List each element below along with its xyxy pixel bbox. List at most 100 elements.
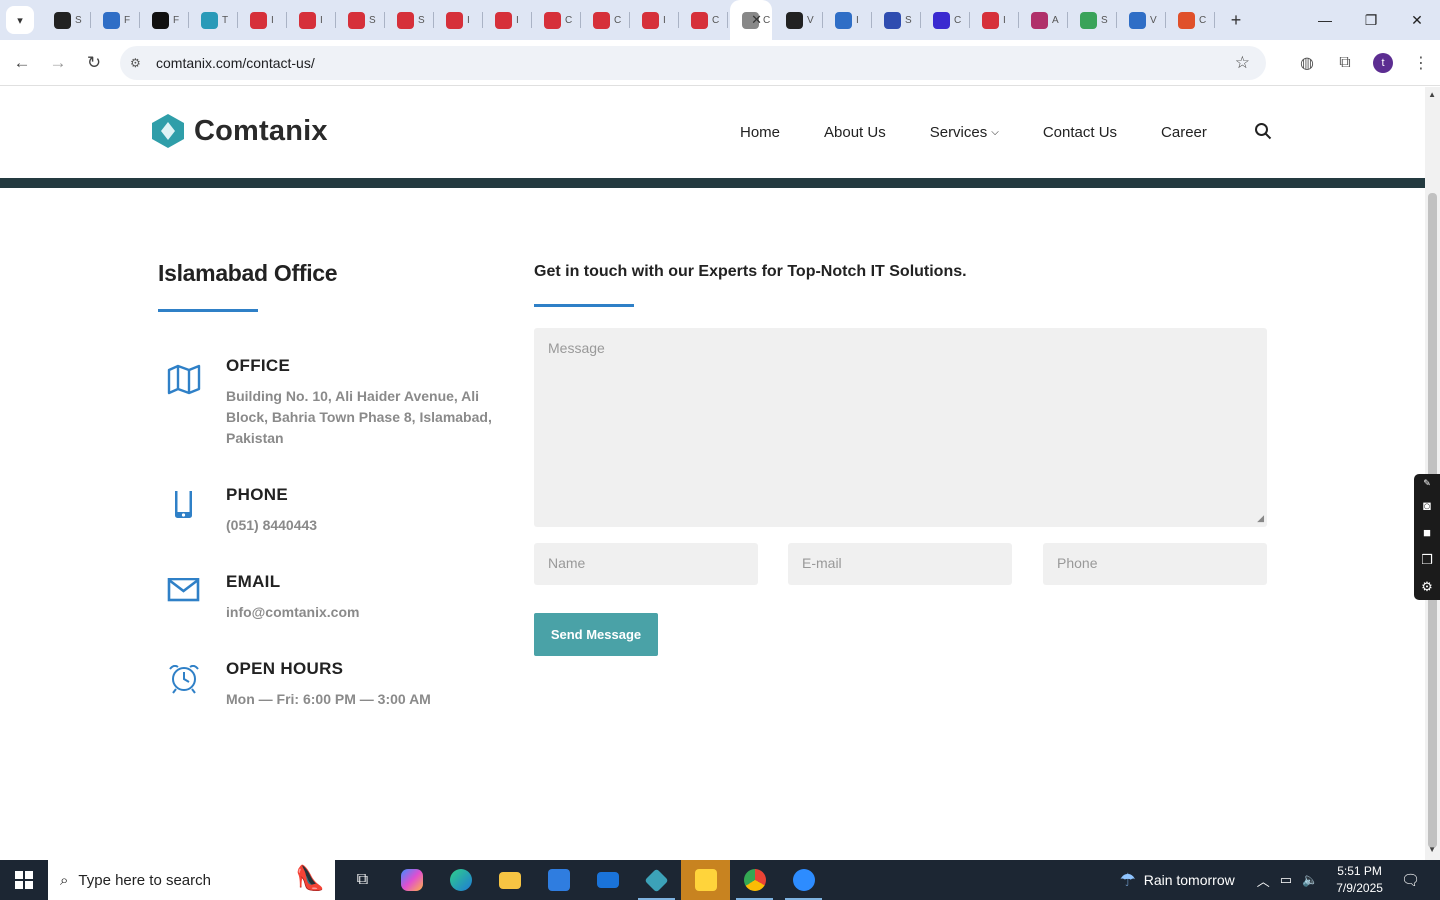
- weather-widget[interactable]: ☂ Rain tomorrow: [1120, 870, 1235, 891]
- browser-menu-icon[interactable]: ⋮: [1402, 53, 1440, 73]
- task-view-button[interactable]: ⧉: [338, 860, 387, 900]
- taskbar-search-box[interactable]: ⌕ Type here to search 👠: [48, 860, 335, 900]
- browser-tab[interactable]: C: [921, 0, 970, 40]
- toolbar-actions: ◍ ⧉ t ⋮: [1288, 40, 1440, 86]
- browser-tab[interactable]: C: [1166, 0, 1215, 40]
- taskbar-app-store[interactable]: [534, 860, 583, 900]
- tab-title: C: [763, 14, 771, 26]
- browser-tab[interactable]: T: [189, 0, 238, 40]
- browser-tab[interactable]: C: [532, 0, 581, 40]
- taskbar-app-comtanix[interactable]: [632, 860, 681, 900]
- comtanix-app-icon: [644, 867, 669, 893]
- bookmark-star-icon[interactable]: ☆: [1235, 53, 1250, 73]
- task-view-icon: ⧉: [356, 871, 369, 888]
- back-button[interactable]: ←: [4, 45, 40, 81]
- site-settings-icon[interactable]: ⚙: [130, 56, 150, 70]
- tab-favicon-icon: [54, 11, 71, 29]
- message-textarea[interactable]: Message ◢: [534, 328, 1267, 527]
- browser-tab[interactable]: S: [385, 0, 434, 40]
- address-bar[interactable]: ⚙ comtanix.com/contact-us/ ☆: [120, 46, 1266, 80]
- window-capture-icon[interactable]: ❒: [1414, 546, 1440, 573]
- taskbar-app-zoom[interactable]: [779, 860, 828, 900]
- taskbar-app-mail[interactable]: [583, 860, 632, 900]
- new-tab-button[interactable]: +: [1221, 5, 1251, 35]
- nav-services-label: Services: [929, 124, 988, 141]
- tab-search-button[interactable]: ▾: [6, 6, 34, 34]
- nav-career[interactable]: Career: [1161, 124, 1207, 141]
- browser-tab[interactable]: V: [774, 0, 823, 40]
- video-camera-icon[interactable]: ■: [1414, 519, 1440, 546]
- mail-icon: [596, 872, 619, 888]
- tab-title: T: [222, 14, 229, 26]
- taskbar-app-edge[interactable]: [436, 860, 485, 900]
- pencil-icon[interactable]: ✎: [1414, 474, 1440, 492]
- browser-tab[interactable]: I: [434, 0, 483, 40]
- browser-tab[interactable]: S: [1068, 0, 1117, 40]
- browser-tab[interactable]: V: [1117, 0, 1166, 40]
- close-tab-icon[interactable]: ✕: [751, 12, 762, 28]
- taskbar-app-file-explorer[interactable]: [485, 860, 534, 900]
- url-text[interactable]: comtanix.com/contact-us/: [156, 55, 315, 71]
- browser-tab[interactable]: C: [581, 0, 630, 40]
- system-tray: ☂ Rain tomorrow ︿ ▭ 🔈 5:51 PM 7/9/2025 🗨: [1120, 860, 1440, 900]
- send-message-button[interactable]: Send Message: [534, 613, 658, 656]
- extensions-icon[interactable]: ⧉: [1326, 54, 1364, 72]
- email-input[interactable]: E-mail: [788, 543, 1012, 585]
- store-icon: [547, 869, 570, 891]
- volume-icon[interactable]: 🔈: [1302, 872, 1318, 888]
- site-logo[interactable]: Comtanix: [150, 113, 328, 149]
- start-button[interactable]: [0, 860, 48, 900]
- form-title: Get in touch with our Experts for Top-No…: [534, 263, 967, 280]
- browser-tab[interactable]: I: [483, 0, 532, 40]
- taskbar-search-placeholder: Type here to search: [78, 871, 211, 889]
- translate-icon[interactable]: ◍: [1288, 53, 1326, 73]
- browser-tab[interactable]: I: [970, 0, 1019, 40]
- name-input[interactable]: Name: [534, 543, 758, 585]
- restore-button[interactable]: ❐: [1348, 0, 1394, 40]
- scroll-down-arrow-icon[interactable]: ▼: [1428, 845, 1436, 854]
- browser-tab[interactable]: A: [1019, 0, 1068, 40]
- nav-about[interactable]: About Us: [824, 124, 886, 141]
- clock-time: 5:51 PM: [1337, 864, 1382, 878]
- taskbar-app-sticky-notes[interactable]: [681, 860, 730, 900]
- arrow-left-icon: ←: [13, 52, 31, 72]
- phone-input[interactable]: Phone: [1043, 543, 1267, 585]
- browser-tab[interactable]: I: [238, 0, 287, 40]
- minimize-button[interactable]: —: [1302, 0, 1348, 40]
- tray-chevron-up-icon[interactable]: ︿: [1257, 871, 1270, 890]
- network-icon[interactable]: ▭: [1280, 872, 1292, 888]
- tab-favicon-icon: [348, 11, 365, 29]
- search-icon[interactable]: [1254, 122, 1272, 140]
- resize-grip-icon[interactable]: ◢: [1257, 513, 1264, 524]
- browser-tab[interactable]: C: [679, 0, 728, 40]
- settings-gear-icon[interactable]: ⚙: [1414, 573, 1440, 600]
- main-nav: Home About Us Services ⌵ Contact Us Caree…: [740, 87, 1251, 178]
- chrome-icon: [743, 869, 766, 891]
- taskbar-app-copilot[interactable]: [387, 860, 436, 900]
- scroll-up-arrow-icon[interactable]: ▲: [1428, 90, 1436, 99]
- browser-tab[interactable]: I: [287, 0, 336, 40]
- camera-icon[interactable]: ◙: [1414, 492, 1440, 519]
- tab-favicon-icon: [299, 11, 316, 29]
- tab-list: S F F T I I S S I I C C I C C ✕ V I S C I A S V C: [42, 0, 1215, 40]
- profile-avatar[interactable]: t: [1373, 53, 1393, 73]
- notification-icon[interactable]: 🗨: [1401, 871, 1420, 889]
- close-window-button[interactable]: ✕: [1394, 0, 1440, 40]
- browser-tab[interactable]: I: [823, 0, 872, 40]
- browser-tab[interactable]: F: [140, 0, 189, 40]
- forward-button[interactable]: →: [40, 45, 76, 81]
- browser-tab[interactable]: S: [42, 0, 91, 40]
- nav-services[interactable]: Services ⌵: [930, 124, 999, 141]
- zoom-icon: [792, 869, 815, 891]
- browser-tab[interactable]: S: [872, 0, 921, 40]
- tab-title: S: [1101, 14, 1108, 26]
- taskbar-clock[interactable]: 5:51 PM 7/9/2025: [1336, 863, 1383, 897]
- nav-contact[interactable]: Contact Us: [1043, 124, 1117, 141]
- browser-tab[interactable]: F: [91, 0, 140, 40]
- reload-button[interactable]: ↻: [76, 45, 112, 81]
- nav-home[interactable]: Home: [740, 124, 780, 141]
- browser-tab[interactable]: I: [630, 0, 679, 40]
- browser-tab-active[interactable]: C ✕: [730, 0, 772, 40]
- taskbar-app-chrome[interactable]: [730, 860, 779, 900]
- browser-tab[interactable]: S: [336, 0, 385, 40]
